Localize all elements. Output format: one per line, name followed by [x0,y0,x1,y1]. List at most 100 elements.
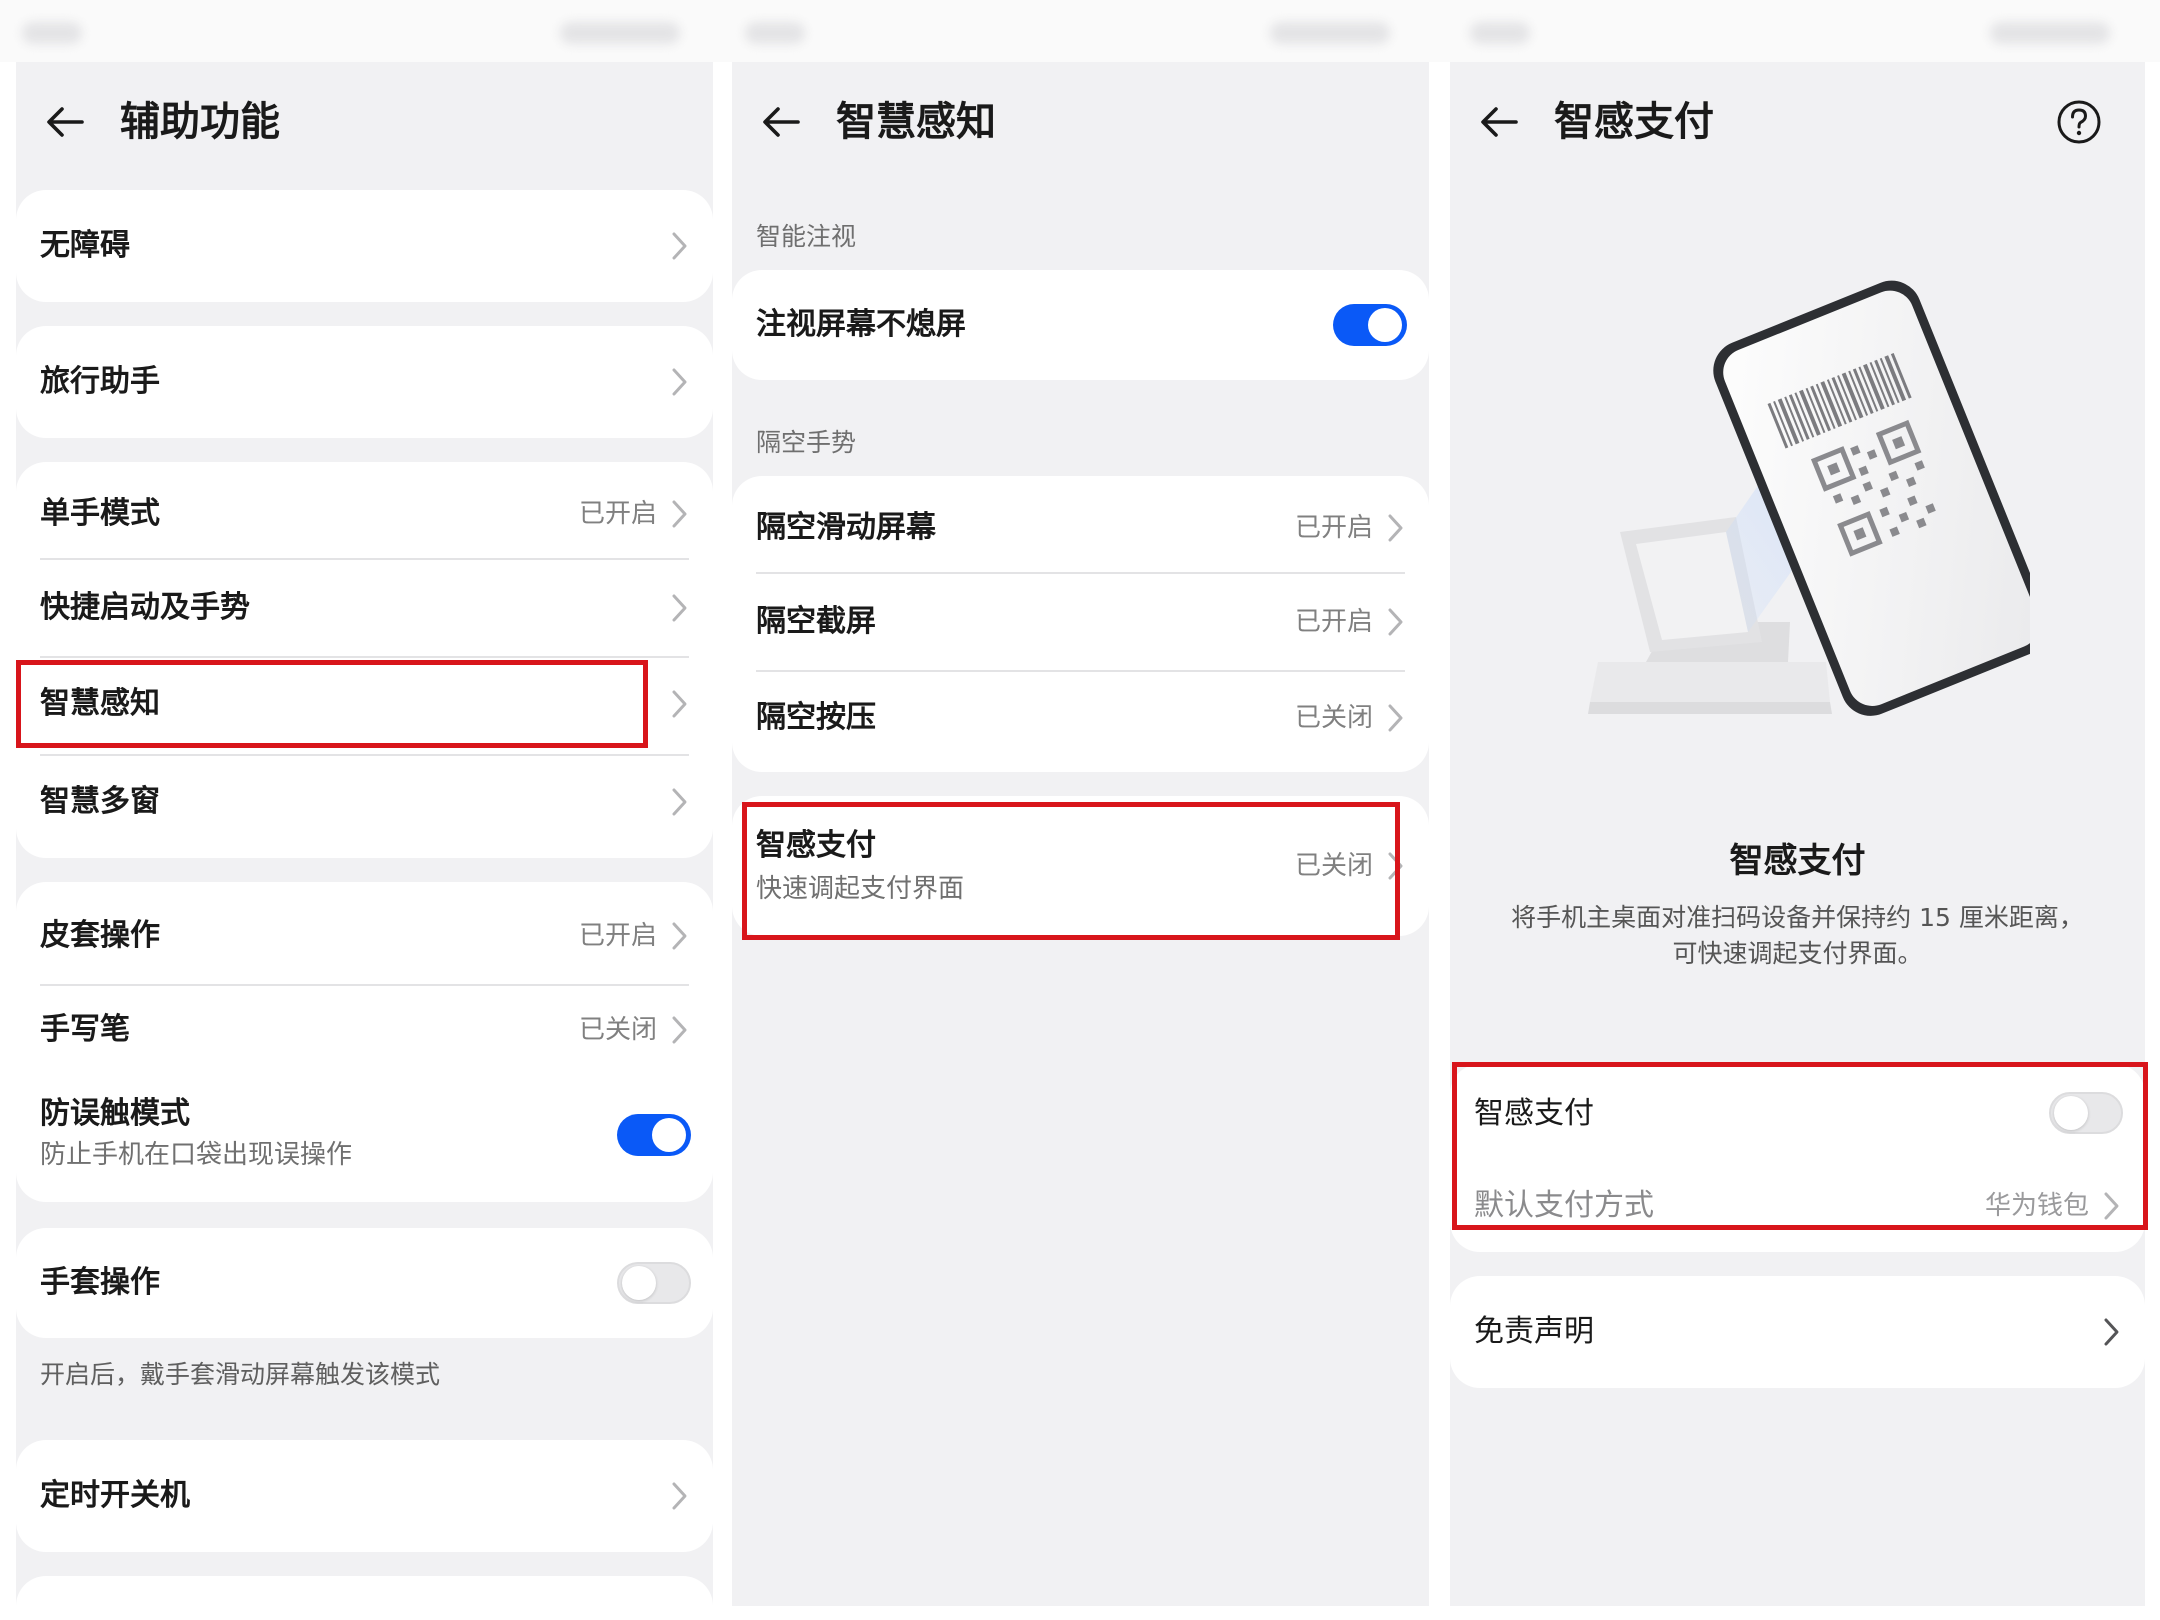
item-status: 已开启 [578,921,657,951]
toggle-knob [652,1118,686,1152]
toggle-knob [622,1266,656,1300]
header: 辅助功能 [16,62,713,182]
item-label: 智感支付 [1474,1096,1594,1131]
chevron-right-icon [672,922,687,950]
chevron-right-icon [1388,608,1403,636]
list-item-air-swipe[interactable]: 隔空滑动屏幕 已开启 [732,476,1429,572]
item-label: 单手模式 [40,496,160,531]
list-item-cover-operation[interactable]: 皮套操作 已开启 [16,882,713,982]
item-status: 已关闭 [1294,703,1373,733]
chevron-right-icon [1388,704,1403,732]
page-title: 辅助功能 [120,99,280,145]
status-time [745,22,805,44]
chevron-right-icon [672,1482,687,1510]
list-item-smart-pay-switch: 智感支付 [1450,1064,2145,1154]
list-item-accessibility[interactable]: 无障碍 [16,190,713,302]
header: 智感支付 [1450,62,2145,182]
list-item-gaze-screen: 注视屏幕不熄屏 [732,270,1429,380]
item-label: 无障碍 [40,228,130,263]
list-item-disclaimer[interactable]: 免责声明 [1450,1276,2145,1388]
list-item-smart-pay[interactable]: 智感支付 快速调起支付界面 已关闭 [732,796,1429,936]
chevron-right-icon [1388,852,1403,880]
item-label: 快捷启动及手势 [40,590,250,625]
chevron-right-icon [672,690,687,718]
item-label: 隔空按压 [756,700,876,735]
chevron-right-icon [672,594,687,622]
item-label: 默认支付方式 [1474,1188,1654,1223]
glove-mode-caption: 开启后，戴手套滑动屏幕触发该模式 [40,1360,441,1389]
item-label: 皮套操作 [40,918,160,953]
smart-pay-toggle[interactable] [2049,1092,2123,1134]
item-status: 已开启 [1294,607,1373,637]
list-item-default-payment[interactable]: 默认支付方式 华为钱包 [1450,1154,2145,1252]
gaze-screen-toggle[interactable] [1333,304,1407,346]
item-status: 已开启 [578,499,657,529]
settings-group: 单手模式 已开启 快捷启动及手势 智慧感知 智慧多窗 [16,462,713,858]
list-item-shortcuts-gestures[interactable]: 快捷启动及手势 [16,560,713,656]
back-arrow-icon[interactable] [1476,98,1524,146]
intro-description: 可快速调起支付界面。 [1672,939,1923,968]
list-item-glove-mode: 手套操作 [16,1228,713,1338]
item-label: 智慧多窗 [40,784,160,819]
accessibility-settings-screen: 辅助功能 无障碍 旅行助手 单手模式 已开启 快捷启动及手势 智慧感知 智慧多窗 [16,62,713,1606]
list-item-air-press[interactable]: 隔空按压 已关闭 [732,672,1429,772]
item-label: 防误触模式 [40,1096,190,1131]
item-label: 隔空截屏 [756,604,876,639]
item-label: 隔空滑动屏幕 [756,510,936,545]
settings-group: 皮套操作 已开启 手写笔 已关闭 防误触模式 防止手机在口袋出现误操作 [16,882,713,1202]
header: 智慧感知 [732,62,1429,182]
page-title: 智慧感知 [836,99,996,145]
chevron-right-icon [672,788,687,816]
item-label: 免责声明 [1474,1314,1594,1349]
toggle-knob [1368,308,1402,342]
item-label: 注视屏幕不熄屏 [756,307,966,342]
item-status: 已开启 [1294,513,1373,543]
section-heading: 隔空手势 [756,428,857,457]
glove-mode-toggle[interactable] [617,1262,691,1304]
list-item-travel-assistant[interactable]: 旅行助手 [16,326,713,438]
chevron-right-icon [2104,1192,2119,1220]
section-heading: 智能注视 [756,222,857,251]
item-label: 智感支付 [756,828,876,863]
smart-pay-screen: 智感支付 智感支付 将手机主桌面对准扫码设备并保持约 15 厘米距离， 可快速调… [1450,62,2145,1606]
item-label: 手套操作 [40,1265,160,1300]
scan-pay-illustration [1588,280,2030,716]
item-status: 已关闭 [578,1015,657,1045]
chevron-right-icon [672,1016,687,1044]
list-item-smart-sense[interactable]: 智慧感知 [16,658,713,754]
back-arrow-icon[interactable] [42,98,90,146]
chevron-right-icon [1388,514,1403,542]
help-circle-icon[interactable] [2055,98,2103,146]
back-arrow-icon[interactable] [758,98,806,146]
status-icons [560,22,680,44]
list-item-accidental-touch: 防误触模式 防止手机在口袋出现误操作 [16,1078,713,1202]
list-item-partial [16,1576,713,1606]
item-status: 华为钱包 [1984,1191,2089,1221]
status-icons [1270,22,1390,44]
chevron-right-icon [672,500,687,528]
chevron-right-icon [2104,1318,2119,1346]
item-label: 智慧感知 [40,686,160,721]
status-bar [0,0,2160,62]
intro-title: 智感支付 [1729,841,1866,881]
smart-sense-screen: 智慧感知 智能注视 注视屏幕不熄屏 隔空手势 隔空滑动屏幕 已开启 隔空截屏 已… [732,62,1429,1606]
settings-group: 隔空滑动屏幕 已开启 隔空截屏 已开启 隔空按压 已关闭 [732,476,1429,772]
chevron-right-icon [672,232,687,260]
list-item-scheduled-power[interactable]: 定时开关机 [16,1440,713,1552]
item-label: 旅行助手 [40,364,160,399]
intro-description: 将手机主桌面对准扫码设备并保持约 15 厘米距离， [1511,903,2084,932]
page-title: 智感支付 [1554,99,1714,145]
item-description: 防止手机在口袋出现误操作 [40,1140,353,1170]
list-item-smart-multi-window[interactable]: 智慧多窗 [16,756,713,856]
status-time [22,22,82,44]
status-time [1470,22,1530,44]
accidental-touch-toggle[interactable] [617,1114,691,1156]
item-status: 已关闭 [1294,851,1373,881]
status-icons [1990,22,2110,44]
toggle-knob [2054,1096,2088,1130]
list-item-stylus[interactable]: 手写笔 已关闭 [16,986,713,1076]
list-item-air-screenshot[interactable]: 隔空截屏 已开启 [732,574,1429,670]
item-label: 定时开关机 [40,1478,190,1513]
list-item-one-hand-mode[interactable]: 单手模式 已开启 [16,462,713,558]
item-description: 快速调起支付界面 [756,874,965,904]
